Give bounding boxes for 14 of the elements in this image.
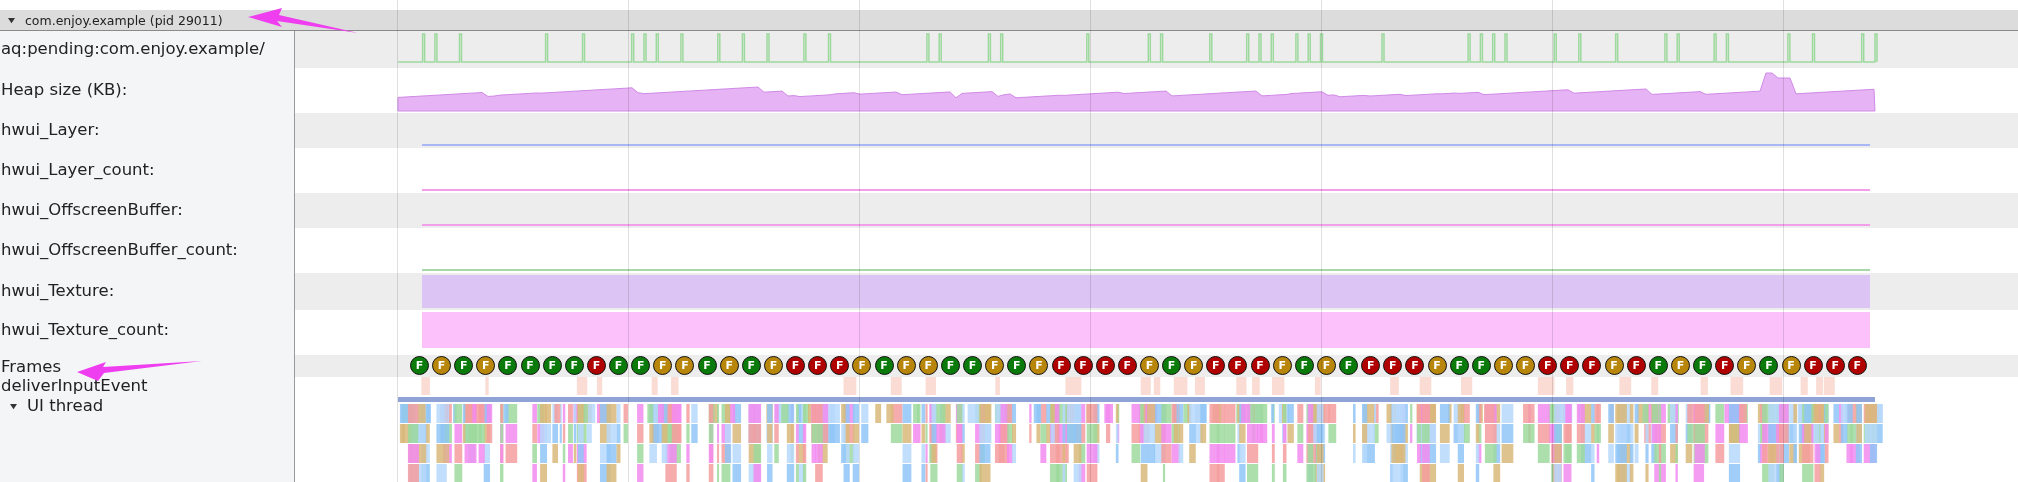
track-label: deliverInputEvent xyxy=(1,377,148,395)
track-label: hwui_Layer_count: xyxy=(1,161,155,180)
track-label: hwui_Texture: xyxy=(1,282,115,301)
track-label: aq:pending:com.enjoy.example/ xyxy=(1,40,265,59)
expander-icon[interactable] xyxy=(10,403,17,410)
process-title: com.enjoy.example (pid 29011) xyxy=(25,12,223,28)
track-label: Heap size (KB): xyxy=(1,81,128,100)
track-label: hwui_Texture_count: xyxy=(1,320,169,340)
track-label: hwui_OffscreenBuffer: xyxy=(1,201,183,220)
track-label: Frames xyxy=(1,358,61,377)
thread-label: UI thread xyxy=(27,397,104,416)
track-label: hwui_Layer: xyxy=(1,121,100,140)
track-label: hwui_OffscreenBuffer_count: xyxy=(1,241,238,260)
expander-icon[interactable] xyxy=(8,16,15,24)
